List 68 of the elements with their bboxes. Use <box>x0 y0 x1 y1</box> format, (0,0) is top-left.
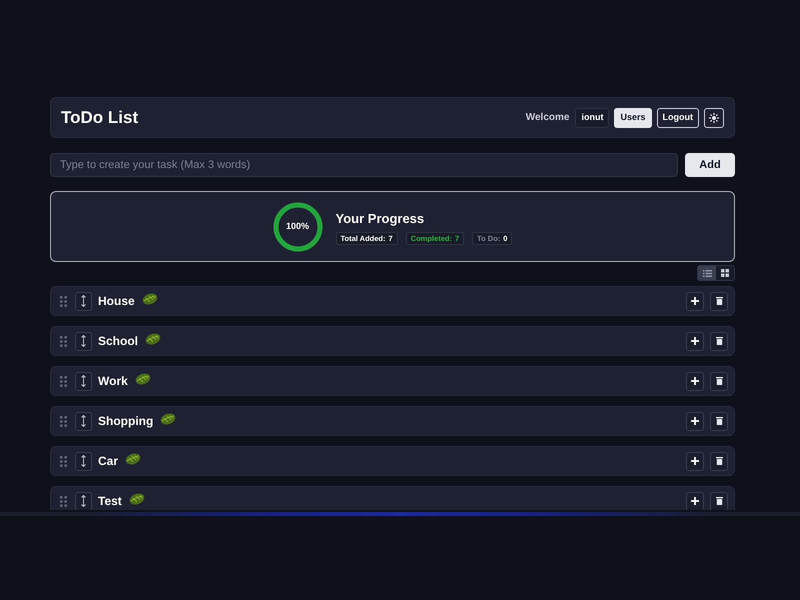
add-task-button[interactable] <box>686 292 704 310</box>
add-button[interactable]: Add <box>685 153 735 177</box>
leaf-icon <box>128 492 145 504</box>
trash-icon <box>716 457 722 465</box>
list-icon <box>702 270 712 276</box>
plus-icon <box>691 337 699 345</box>
header-button[interactable]: Logout <box>656 108 699 128</box>
grid-icon <box>721 269 729 277</box>
leaf-icon <box>160 412 176 424</box>
trash-icon <box>716 417 722 425</box>
vertical-arrows-icon <box>81 295 86 307</box>
plus-icon <box>691 497 699 505</box>
drag-handle-icon[interactable] <box>60 296 67 306</box>
app-title: ToDo List <box>61 106 138 129</box>
expand-button[interactable] <box>75 332 92 350</box>
expand-button[interactable] <box>75 372 92 390</box>
category-name: Work <box>98 373 128 390</box>
vertical-arrows-icon <box>81 375 86 387</box>
drag-handle-icon[interactable] <box>60 336 67 346</box>
list-view-button[interactable] <box>698 266 716 280</box>
plus-icon <box>691 297 699 305</box>
leaf-icon <box>125 452 142 464</box>
plus-icon <box>691 377 699 385</box>
delete-button[interactable] <box>710 452 728 470</box>
delete-button[interactable] <box>710 292 728 310</box>
vertical-arrows-icon <box>81 495 86 507</box>
progress-title: Your Progress <box>336 210 426 228</box>
trash-icon <box>716 337 722 345</box>
vertical-arrows-icon <box>81 455 86 467</box>
username-label: ionut <box>575 108 610 128</box>
category-name: School <box>98 333 138 350</box>
progress-percent: 100% <box>285 220 310 233</box>
leaf-icon <box>145 332 162 344</box>
welcome-text: Welcome <box>526 111 570 125</box>
plus-icon <box>691 457 699 465</box>
category-name: House <box>98 293 135 310</box>
drag-handle-icon[interactable] <box>60 376 67 386</box>
expand-button[interactable] <box>75 292 92 310</box>
sun-icon <box>709 112 719 122</box>
delete-button[interactable] <box>710 412 728 430</box>
delete-button[interactable] <box>710 492 728 510</box>
trash-icon <box>716 377 722 385</box>
expand-button[interactable] <box>75 452 92 470</box>
add-task-button[interactable] <box>686 412 704 430</box>
expand-button[interactable] <box>75 412 92 430</box>
header-button[interactable]: Users <box>614 108 652 128</box>
drag-handle-icon[interactable] <box>60 456 67 466</box>
add-task-button[interactable] <box>686 492 704 510</box>
vertical-arrows-icon <box>81 335 86 347</box>
category-name: Car <box>98 453 118 470</box>
leaf-icon <box>134 372 151 384</box>
trash-icon <box>716 497 722 505</box>
delete-button[interactable] <box>710 332 728 350</box>
expand-button[interactable] <box>75 492 92 510</box>
add-task-button[interactable] <box>686 452 704 470</box>
theme-toggle-button[interactable] <box>704 108 724 128</box>
vertical-arrows-icon <box>81 415 86 427</box>
plus-icon <box>691 417 699 425</box>
delete-button[interactable] <box>710 372 728 390</box>
drag-handle-icon[interactable] <box>60 496 67 506</box>
drag-handle-icon[interactable] <box>60 416 67 426</box>
trash-icon <box>716 297 722 305</box>
category-name: Shopping <box>98 413 154 430</box>
leaf-icon <box>142 292 158 304</box>
task-input-field[interactable]: Type to create your task (Max 3 words) <box>50 153 678 177</box>
add-task-button[interactable] <box>686 332 704 350</box>
category-name: Test <box>98 493 122 510</box>
add-task-button[interactable] <box>686 372 704 390</box>
